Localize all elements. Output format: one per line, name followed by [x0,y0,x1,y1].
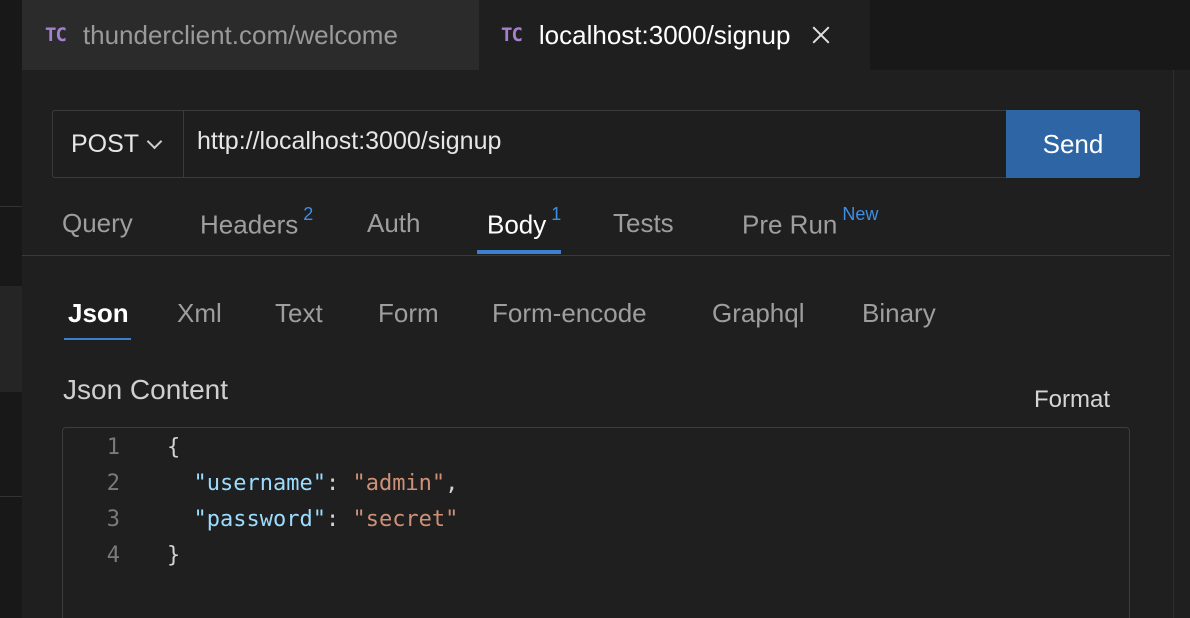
code-text: { [167,434,181,460]
method-label: POST [71,129,140,158]
code-line: 3 "password": "secret" [63,501,459,537]
json-key: "username" [193,470,326,496]
close-icon[interactable] [810,24,832,46]
code-line: 4 } [63,537,181,573]
request-tabs: Query Headers 2 Auth Body 1 Tests Pre Run N… [22,200,1170,256]
line-number: 2 [106,470,120,496]
body-tab-form[interactable]: Form [378,298,439,329]
method-select[interactable]: POST [53,111,184,177]
tab-label: thunderclient.com/welcome [82,19,398,50]
thunder-client-icon: TC [501,24,523,46]
editor-tab-bar: TC thunderclient.com/welcome TC localhos… [22,0,1190,70]
url-input[interactable] [184,111,1006,177]
json-string: "admin" [352,470,446,496]
code-line: 2 "username": "admin", [63,465,459,501]
code-line: 1 { [63,429,181,465]
count-badge: 2 [303,204,314,224]
body-tab-xml[interactable]: Xml [177,298,222,329]
tab-pre-run[interactable]: Pre Run New [742,204,878,241]
count-badge: 1 [551,204,562,224]
tab-welcome[interactable]: TC thunderclient.com/welcome [22,0,479,70]
tab-label: localhost:3000/signup [538,19,791,50]
tab-signup[interactable]: TC localhost:3000/signup [479,0,870,70]
body-tab-json[interactable]: Json [68,298,129,329]
send-button[interactable]: Send [1006,110,1140,178]
new-badge: New [842,204,879,224]
json-editor[interactable]: 1 { 2 "username": "admin", 3 "password":… [62,427,1130,618]
body-tab-graphql[interactable]: Graphql [712,298,805,329]
sidebar-edge [0,0,22,618]
active-tab-indicator [477,250,561,254]
tab-auth[interactable]: Auth [367,208,421,239]
body-tab-binary[interactable]: Binary [862,298,936,329]
format-button[interactable]: Format [1034,386,1110,414]
tab-label: Headers [200,209,299,240]
line-number: 1 [106,434,120,460]
sidebar-divider [0,496,22,497]
tab-label: Auth [367,208,421,238]
thunder-client-icon: TC [45,24,67,46]
chevron-down-icon [146,133,163,149]
tab-label: Pre Run [742,209,838,240]
body-tab-text[interactable]: Text [275,298,323,329]
line-number: 4 [106,542,120,568]
tab-headers[interactable]: Headers 2 [200,204,313,241]
tab-tests[interactable]: Tests [613,208,674,239]
sidebar-divider [0,206,22,207]
json-string: "secret" [352,506,459,532]
request-bar: POST Send [52,110,1140,178]
tabs-divider [22,255,1170,256]
json-key: "password" [193,506,326,532]
sidebar-block [0,286,22,392]
tab-body[interactable]: Body 1 [487,204,561,241]
tab-label: Tests [613,208,674,238]
body-tab-form-encode[interactable]: Form-encode [492,298,647,329]
code-text: "username": "admin", [193,470,459,496]
tab-query[interactable]: Query [62,208,133,239]
line-number: 3 [106,506,120,532]
tab-label: Query [62,208,133,238]
active-body-tab-indicator [64,338,131,340]
json-content-title: Json Content [63,374,228,405]
code-text: } [167,542,181,568]
panel-divider [1173,70,1174,618]
tab-label: Body [487,209,547,240]
code-text: "password": "secret" [193,506,459,532]
